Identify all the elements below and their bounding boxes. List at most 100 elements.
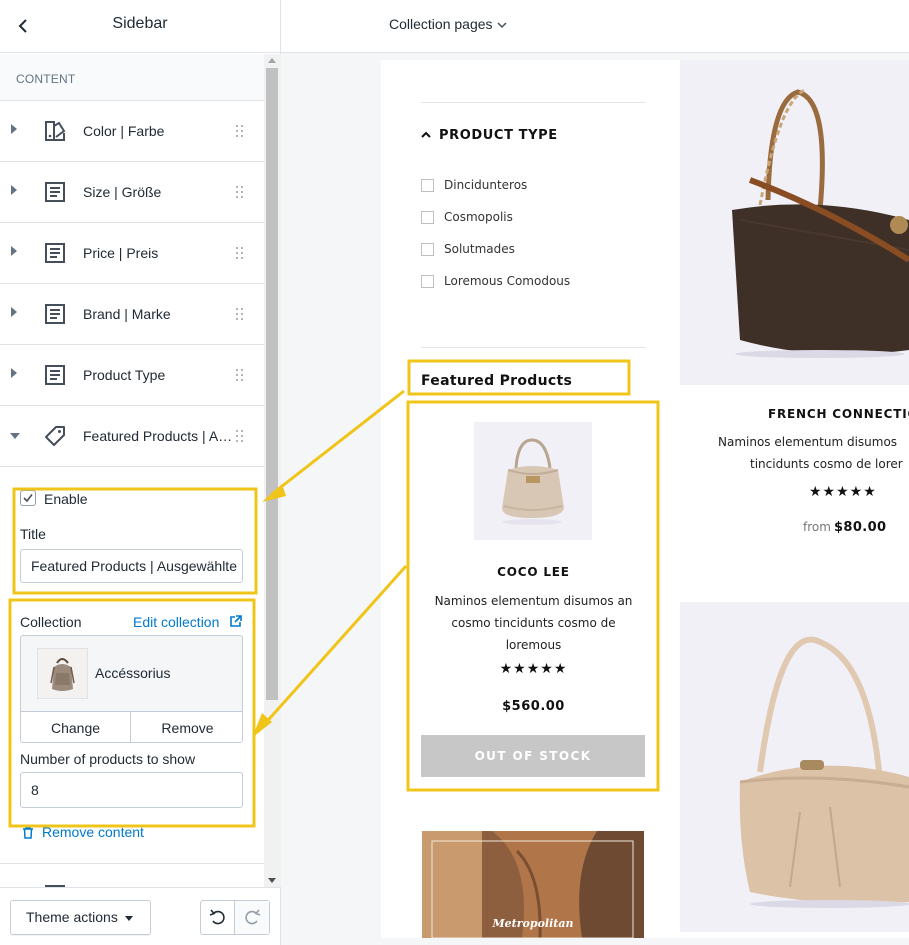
collapse-caret-icon[interactable] (10, 433, 20, 439)
filter-option[interactable]: Dincidunteros (421, 178, 527, 194)
expand-caret-icon[interactable] (11, 124, 17, 134)
divider (421, 347, 646, 348)
enable-checkbox[interactable] (20, 490, 36, 506)
filter-checkbox[interactable] (421, 275, 434, 288)
preview-topbar: Collection pages (281, 0, 909, 53)
expand-caret-icon[interactable] (11, 368, 17, 378)
filter-checkbox[interactable] (421, 179, 434, 192)
remove-collection-button[interactable]: Remove (131, 711, 242, 742)
filter-option[interactable]: Cosmopolis (421, 210, 513, 226)
scroll-down-arrow-icon[interactable] (268, 878, 276, 883)
undo-icon (209, 909, 225, 925)
sidebar-item-label: Brand | Marke (83, 306, 171, 322)
undo-button[interactable] (201, 901, 235, 934)
drag-handle-icon[interactable] (236, 247, 246, 259)
beige-handbag-image (739, 636, 909, 908)
sidebar-item-next[interactable] (0, 864, 264, 887)
expand-caret-icon[interactable] (11, 246, 17, 256)
theme-actions-label: Theme actions (26, 909, 118, 925)
sidebar-item-label: Product Type (83, 367, 166, 383)
featured-products-settings: Enable Title Featured Products | Ausgewä… (0, 467, 264, 863)
text-block-icon (45, 243, 65, 263)
enable-label: Enable (44, 491, 88, 507)
price-value: $80.00 (833, 520, 887, 535)
redo-icon (245, 909, 261, 925)
sidebar-item-label: Size | Größe (83, 184, 162, 200)
remove-content-label: Remove content (42, 824, 144, 840)
text-block-icon (45, 304, 65, 324)
filter-option-label: Loremous Comodous (444, 274, 571, 288)
sidebar-footer: Theme actions (0, 887, 280, 945)
product-image[interactable] (680, 60, 909, 385)
title-input[interactable]: Featured Products | Ausgewählte Produkte (20, 549, 243, 583)
price-prefix: from (803, 520, 831, 534)
collection-name: Accéssorius (95, 665, 171, 681)
chevron-down-icon (496, 22, 507, 29)
drag-handle-icon[interactable] (236, 186, 246, 198)
redo-button[interactable] (235, 901, 269, 934)
product-description: Naminos elementum disumos an cosmo tinci… (434, 594, 633, 652)
expand-caret-icon[interactable] (11, 185, 17, 195)
sidebar-item-brand[interactable]: Brand | Marke (0, 284, 264, 345)
tag-icon (45, 426, 65, 446)
sidebar-item-size[interactable]: Size | Größe (0, 162, 264, 223)
collection-thumbnail (37, 648, 88, 699)
theme-actions-button[interactable]: Theme actions (10, 900, 151, 935)
filter-option[interactable]: Solutmades (421, 242, 515, 258)
filter-option-label: Solutmades (444, 242, 515, 256)
filter-checkbox[interactable] (421, 211, 434, 224)
sidebar-item-label: Featured Products | Ausgewählte Produkte (83, 428, 235, 444)
sidebar-item-label: Price | Preis (83, 245, 159, 261)
backpack-image (38, 649, 87, 698)
filter-option-label: Cosmopolis (444, 210, 513, 224)
sidebar-item-label: Color | Farbe (83, 123, 165, 139)
dark-handbag-image (732, 88, 909, 358)
sidebar-item-price[interactable]: Price | Preis (0, 223, 264, 284)
expand-caret-icon[interactable] (11, 307, 17, 317)
scrollbar-thumb[interactable] (266, 68, 278, 700)
handbag-image (502, 438, 564, 525)
trash-icon (23, 826, 33, 839)
featured-product-card[interactable]: COCO LEE Naminos elementum disumos an co… (421, 405, 646, 795)
sidebar-content: CONTENT Color | Farbe Size | Größe Price… (0, 54, 264, 887)
page-type-label: Collection pages (389, 16, 493, 32)
title-label: Title (20, 526, 46, 542)
num-products-input[interactable]: 8 (20, 772, 243, 808)
product-image[interactable] (474, 422, 592, 540)
promo-banner[interactable]: Metropolitan (422, 831, 644, 938)
change-collection-button[interactable]: Change (21, 711, 131, 742)
sidebar-item-product-type[interactable]: Product Type (0, 345, 264, 406)
filter-option[interactable]: Loremous Comodous (421, 274, 570, 290)
store-preview: PRODUCT TYPE Dincidunteros Cosmopolis So… (381, 60, 909, 938)
chevron-up-icon (421, 131, 431, 138)
edit-collection-link[interactable]: Edit collection (133, 614, 219, 630)
collection-label: Collection (20, 614, 82, 630)
filter-option-label: Dincidunteros (444, 178, 528, 192)
section-label: CONTENT (0, 54, 264, 101)
text-block-icon (45, 182, 65, 202)
external-link-icon[interactable] (229, 615, 242, 628)
drag-handle-icon[interactable] (236, 430, 246, 442)
out-of-stock-button[interactable]: OUT OF STOCK (421, 735, 645, 777)
star-rating: ★★★★★ (809, 483, 877, 499)
text-block-icon (45, 365, 65, 385)
product-name[interactable]: FRENCH CONNECTIO (768, 407, 909, 421)
page-type-select[interactable]: Collection pages (389, 16, 507, 32)
sidebar-item-featured-products[interactable]: Featured Products | Ausgewählte Produkte (0, 406, 264, 467)
scroll-up-arrow-icon[interactable] (268, 58, 276, 63)
featured-products-heading: Featured Products (421, 373, 573, 389)
sidebar-item-color[interactable]: Color | Farbe (0, 101, 264, 162)
product-description: tincidunts cosmo de lorer (750, 457, 903, 471)
remove-content-link[interactable]: Remove content (22, 824, 144, 840)
drag-handle-icon[interactable] (236, 308, 246, 320)
product-image[interactable] (680, 602, 909, 932)
swatch-icon (45, 121, 66, 141)
sidebar-scrollbar[interactable] (264, 54, 281, 887)
product-price: $560.00 (502, 699, 565, 714)
drag-handle-icon[interactable] (236, 369, 246, 381)
filter-checkbox[interactable] (421, 243, 434, 256)
product-name[interactable]: COCO LEE (421, 565, 646, 579)
product-type-filter-heading[interactable]: PRODUCT TYPE (421, 128, 558, 143)
drag-handle-icon[interactable] (236, 125, 246, 137)
sidebar-header: Sidebar (0, 0, 280, 53)
